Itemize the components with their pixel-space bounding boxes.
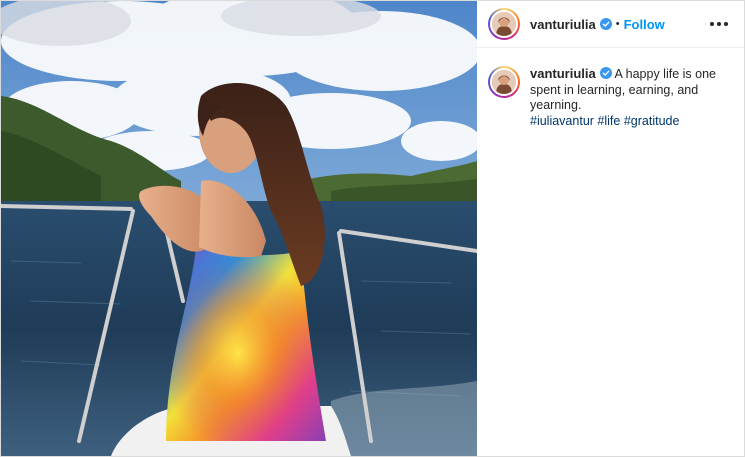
caption-body: vanturiulia A happy life is one spent in…	[530, 66, 730, 129]
more-options-icon[interactable]	[706, 18, 732, 30]
post-sidebar: vanturiulia • Follow vanturiulia A happy…	[477, 1, 744, 456]
hashtag-link[interactable]: #iuliavantur	[530, 114, 594, 128]
author-username[interactable]: vanturiulia	[530, 17, 596, 32]
author-avatar[interactable]	[488, 8, 520, 40]
post-photo[interactable]	[1, 1, 477, 456]
instagram-post: vanturiulia • Follow vanturiulia A happy…	[0, 0, 745, 457]
hashtag-link[interactable]: #life	[597, 114, 620, 128]
post-caption: vanturiulia A happy life is one spent in…	[488, 66, 732, 129]
follow-button[interactable]: Follow	[624, 17, 665, 32]
post-header: vanturiulia • Follow	[477, 1, 744, 48]
post-photo-image	[1, 1, 477, 456]
verified-badge-icon	[599, 18, 612, 30]
caption-username[interactable]: vanturiulia	[530, 66, 596, 81]
caption-hashtags: #iuliavantur #life #gratitude	[530, 114, 730, 130]
verified-badge-icon	[599, 67, 612, 79]
avatar-image	[492, 12, 516, 36]
caption-author-avatar[interactable]	[488, 66, 520, 98]
hashtag-link[interactable]: #gratitude	[624, 114, 680, 128]
avatar-image	[492, 70, 516, 94]
header-separator: •	[615, 18, 620, 30]
comments-section: vanturiulia A happy life is one spent in…	[477, 48, 744, 129]
